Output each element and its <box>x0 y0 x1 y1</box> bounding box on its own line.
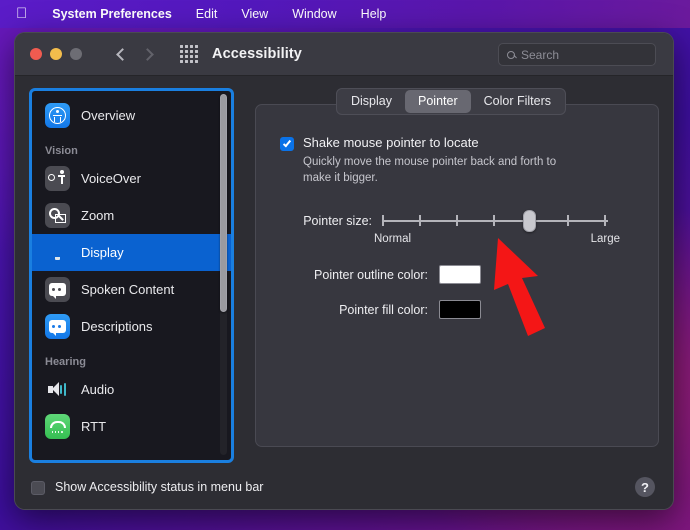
pointer-size-slider[interactable] <box>382 210 608 233</box>
pointer-outline-color-swatch[interactable] <box>439 265 481 285</box>
voiceover-icon <box>45 166 70 191</box>
menu-item-view[interactable]: View <box>229 0 280 28</box>
show-all-grid-icon[interactable] <box>180 45 198 63</box>
sidebar-item-label: VoiceOver <box>81 171 141 186</box>
descriptions-icon <box>45 314 70 339</box>
content-area: Display Pointer Color Filters Shake mous… <box>243 88 659 463</box>
page-title: Accessibility <box>212 46 302 62</box>
shake-pointer-row[interactable]: Shake mouse pointer to locate <box>280 135 636 151</box>
accessibility-sidebar[interactable]: Overview Vision VoiceOver Zoom Display S… <box>29 88 234 463</box>
shake-pointer-label: Shake mouse pointer to locate <box>303 135 479 150</box>
help-button[interactable]: ? <box>635 477 655 497</box>
sidebar-item-label: Overview <box>81 108 136 123</box>
zoom-magnifier-icon <box>45 203 70 228</box>
slider-ticks <box>382 215 608 227</box>
slider-max-label: Large <box>590 233 620 246</box>
show-status-row[interactable]: Show Accessibility status in menu bar <box>31 479 263 495</box>
minimize-button[interactable] <box>50 48 62 60</box>
rtt-phone-icon <box>45 414 70 439</box>
system-preferences-window: Accessibility Search Overview Vision Voi… <box>14 32 674 510</box>
traffic-lights <box>30 48 82 60</box>
tab-bar: Display Pointer Color Filters <box>243 88 659 115</box>
sidebar-item-audio[interactable]: Audio <box>32 371 231 408</box>
window-body: Overview Vision VoiceOver Zoom Display S… <box>15 76 673 509</box>
search-field[interactable]: Search <box>498 43 656 66</box>
pointer-size-slider-thumb[interactable] <box>523 210 536 233</box>
sidebar-scroll-area: Overview Vision VoiceOver Zoom Display S… <box>32 91 231 460</box>
bottom-bar: Show Accessibility status in menu bar ? <box>15 463 673 509</box>
forward-button <box>136 41 162 67</box>
search-placeholder: Search <box>521 47 560 62</box>
pointer-settings-panel: Shake mouse pointer to locate Quickly mo… <box>255 104 659 447</box>
sidebar-item-label: Display <box>81 245 124 260</box>
accessibility-icon <box>45 103 70 128</box>
navigation-buttons <box>108 41 162 67</box>
slider-min-label: Normal <box>374 233 412 246</box>
sidebar-section-vision: Vision <box>45 145 78 157</box>
sidebar-item-label: Descriptions <box>81 319 153 334</box>
sidebar-item-voiceover[interactable]: VoiceOver <box>32 160 231 197</box>
sidebar-item-overview[interactable]: Overview <box>32 97 231 134</box>
shake-pointer-description: Quickly move the mouse pointer back and … <box>303 156 557 184</box>
spoken-content-icon <box>45 277 70 302</box>
close-button[interactable] <box>30 48 42 60</box>
display-monitor-icon <box>45 240 70 265</box>
sidebar-scrollbar[interactable] <box>220 94 227 455</box>
sidebar-item-label: Audio <box>81 382 115 397</box>
show-status-checkbox[interactable] <box>31 481 45 495</box>
show-status-label: Show Accessibility status in menu bar <box>55 480 264 494</box>
search-icon <box>507 50 515 59</box>
menu-item-help[interactable]: Help <box>349 0 399 28</box>
slider-captions: Normal Large <box>374 233 620 249</box>
sidebar-item-rtt[interactable]: RTT <box>32 408 231 445</box>
pointer-fill-color-label: Pointer fill color: <box>339 302 428 317</box>
window-title-bar: Accessibility Search <box>15 33 673 76</box>
tab-display[interactable]: Display <box>338 90 405 113</box>
audio-speaker-icon <box>45 377 70 402</box>
menu-bar:  System Preferences Edit View Window He… <box>0 0 690 28</box>
pointer-fill-color-row: Pointer fill color: <box>280 300 636 320</box>
pointer-outline-color-label: Pointer outline color: <box>314 267 428 282</box>
sidebar-item-zoom[interactable]: Zoom <box>32 197 231 234</box>
pointer-size-label: Pointer size: <box>303 214 372 229</box>
apple-logo-icon[interactable]:  <box>14 2 40 26</box>
menu-item-edit[interactable]: Edit <box>184 0 230 28</box>
pointer-fill-color-swatch[interactable] <box>439 300 481 320</box>
pointer-size-row: Pointer size: <box>280 210 636 233</box>
sidebar-item-spoken-content[interactable]: Spoken Content <box>32 271 231 308</box>
sidebar-item-label: RTT <box>81 419 107 434</box>
shake-pointer-checkbox[interactable] <box>280 137 294 151</box>
pointer-outline-color-row: Pointer outline color: <box>280 265 636 285</box>
menu-item-system-preferences[interactable]: System Preferences <box>40 0 184 28</box>
sidebar-item-label: Spoken Content <box>81 282 175 297</box>
sidebar-item-display[interactable]: Display <box>32 234 231 271</box>
tab-color-filters[interactable]: Color Filters <box>471 90 564 113</box>
sidebar-item-label: Zoom <box>81 208 115 223</box>
zoom-button <box>70 48 82 60</box>
sidebar-section-hearing: Hearing <box>45 356 86 368</box>
sidebar-scrollbar-thumb[interactable] <box>220 94 227 312</box>
back-button[interactable] <box>108 41 134 67</box>
tab-pointer[interactable]: Pointer <box>405 90 471 113</box>
menu-item-window[interactable]: Window <box>280 0 348 28</box>
sidebar-item-descriptions[interactable]: Descriptions <box>32 308 231 345</box>
